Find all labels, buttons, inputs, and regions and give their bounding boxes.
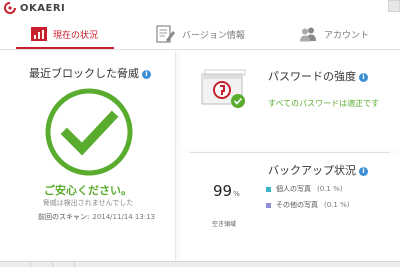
document-pencil-icon — [156, 25, 175, 43]
tab-version-info[interactable]: バージョン情報 — [156, 18, 245, 50]
legend-value: (0.1 %) — [324, 201, 350, 209]
status-bar-separator — [74, 262, 75, 267]
tab-version-info-label: バージョン情報 — [182, 30, 245, 41]
last-scan-label: 前回のスキャン: — [38, 213, 90, 221]
okaeri-logo-icon — [4, 2, 16, 14]
app-name: OKAERI — [20, 2, 66, 14]
threats-panel: 最近ブロックした脅威 i ご安心ください。 脅威は検出されませんでした 前回のスキ… — [0, 51, 176, 261]
last-scan-value: 2014/11/14 13:13 — [92, 213, 156, 221]
status-bar — [0, 261, 400, 267]
app-window: OKAERI 現在の状況 バージョン情報 アカウント 最近ブロックした脅威 i … — [0, 0, 400, 267]
app-logo: OKAERI — [4, 2, 65, 14]
info-icon[interactable]: i — [142, 70, 151, 79]
password-title: パスワードの強度 i — [268, 68, 368, 84]
backup-title: バックアップ状況 i — [268, 162, 368, 178]
free-space-percent: 99% — [213, 182, 240, 200]
password-window-icon — [201, 69, 246, 108]
legend-swatch — [266, 202, 271, 208]
legend-swatch — [266, 186, 271, 192]
free-space-label: 空き領域 — [212, 221, 237, 228]
free-space-value: 99 — [213, 182, 233, 200]
legend-item-other-photos: その他の写真 (0.1 %) — [266, 200, 349, 210]
password-title-text: パスワードの強度 — [268, 70, 356, 83]
check-circle-icon — [45, 88, 133, 176]
status-bar-separator — [30, 262, 31, 267]
info-icon[interactable]: i — [359, 167, 368, 176]
title-bar: OKAERI — [0, 0, 400, 18]
legend-label: その他の写真 — [276, 201, 318, 209]
password-status-text: すべてのパスワードは適正です — [268, 99, 380, 108]
no-threat-text: 脅威は検出されませんでした — [42, 199, 134, 207]
legend-value: (0.1 %) — [317, 185, 343, 193]
legend-label: 個人の写真 — [276, 185, 311, 193]
percent-sign: % — [233, 190, 240, 198]
tab-current-status[interactable]: 現在の状況 — [31, 18, 98, 50]
last-scan-info: 前回のスキャン: 2014/11/14 13:13 — [38, 212, 155, 222]
bar-chart-icon — [31, 27, 47, 41]
status-bar-separator — [52, 262, 53, 267]
tab-account[interactable]: アカウント — [298, 18, 369, 50]
active-tab-indicator — [16, 47, 114, 49]
tab-account-label: アカウント — [324, 30, 370, 41]
legend-item-personal-photos: 個人の写真 (0.1 %) — [266, 184, 342, 194]
info-icon[interactable]: i — [359, 73, 368, 82]
users-icon — [300, 27, 316, 42]
threats-title-text: 最近ブロックした脅威 — [29, 67, 139, 80]
tab-current-status-label: 現在の状況 — [53, 30, 99, 41]
tab-bar: 現在の状況 バージョン情報 アカウント — [0, 18, 400, 50]
threats-title: 最近ブロックした脅威 i — [29, 65, 151, 81]
backup-title-text: バックアップ状況 — [268, 164, 356, 177]
safe-status-text: ご安心ください。 — [44, 184, 132, 197]
window-control-button[interactable] — [388, 0, 400, 12]
